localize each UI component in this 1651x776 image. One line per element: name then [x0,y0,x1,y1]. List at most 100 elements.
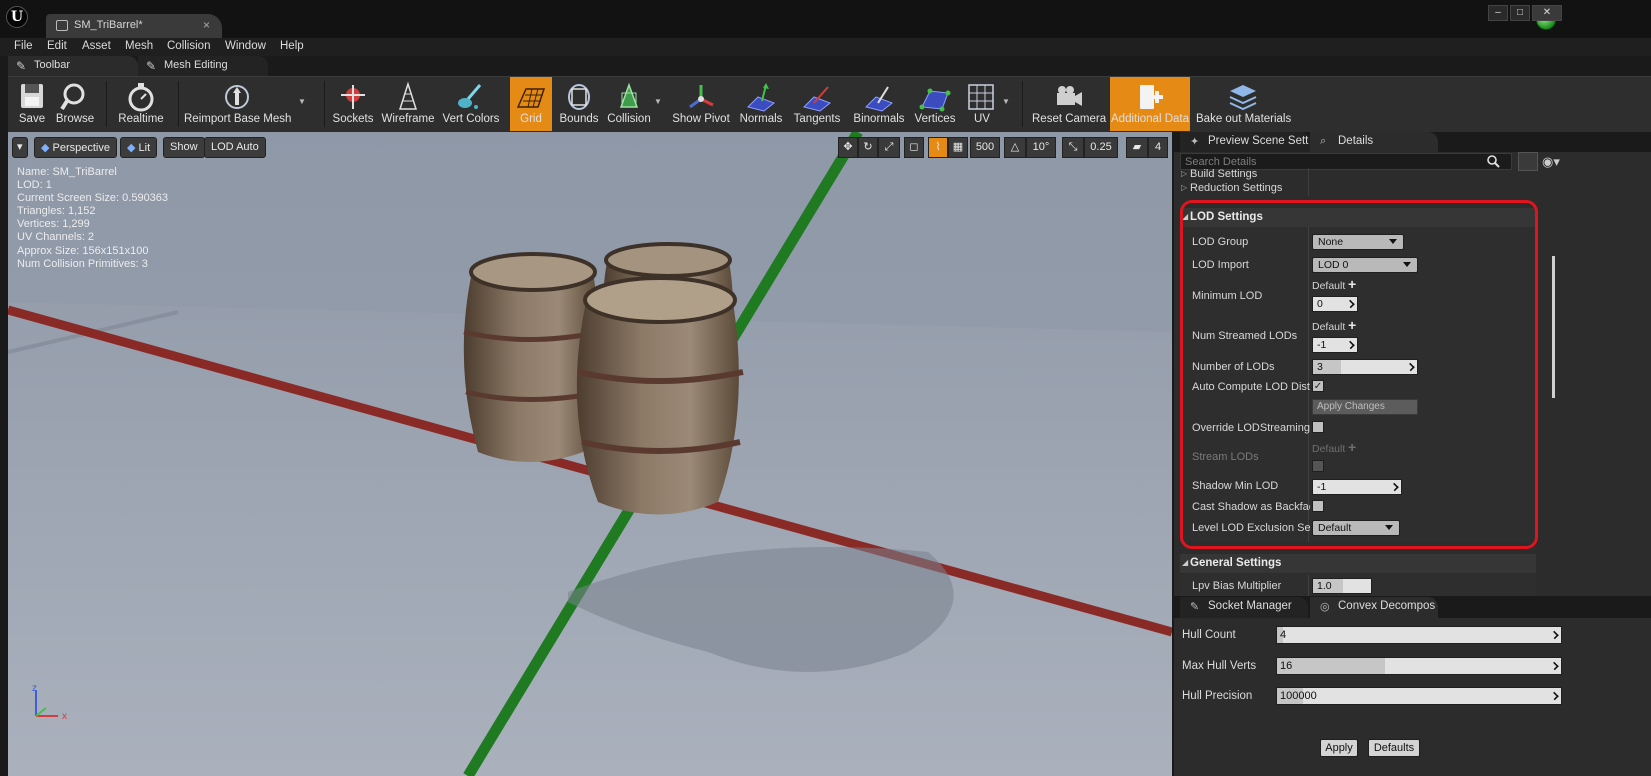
mesh-viewport[interactable]: ▾ ◆ Perspective ◆ Lit Show LOD Auto ✥ ↻ … [8,132,1172,776]
hull-precision-slider[interactable]: 100000 [1276,687,1562,705]
spinner-icon [1346,340,1355,350]
menu-window[interactable]: Window [225,40,266,52]
tab-details-label: Details [1338,135,1374,147]
lod-import-dropdown[interactable]: LOD 0 [1312,257,1418,273]
grid-button[interactable]: Grid [510,77,552,131]
apply-button[interactable]: Apply [1320,739,1358,757]
hull-count-slider[interactable]: 4 [1276,626,1562,644]
general-settings-header[interactable]: ◢ General Settings [1180,554,1536,573]
build-settings-row[interactable]: ▷ Build Settings [1180,168,1257,180]
general-settings-label: General Settings [1190,557,1282,569]
scale-snap-value[interactable]: 0.25 [1084,137,1118,158]
tab-mesh-editing[interactable]: ✎ Mesh Editing [138,56,268,76]
tab-toolbar[interactable]: ✎ Toolbar [8,56,138,76]
wireframe-button[interactable]: Wireframe [380,77,436,131]
shadow-min-lod-input[interactable]: -1 [1312,479,1402,495]
property-matrix-icon[interactable] [1518,152,1538,171]
grid-snap-icon[interactable]: ▦ [948,137,968,158]
defaults-button[interactable]: Defaults [1368,739,1420,757]
lpv-bias-multiplier-value: 1.0 [1317,580,1332,592]
add-platform-override-icon[interactable]: + [1348,317,1356,333]
num-streamed-lods-input[interactable]: -1 [1312,337,1358,353]
number-of-lods-slider[interactable]: 3 [1312,359,1418,375]
document-tab[interactable]: SM_TriBarrel* × [46,14,222,38]
vert-colors-button[interactable]: Vert Colors [440,77,502,131]
menu-help[interactable]: Help [280,40,304,52]
override-lod-streaming-checkbox[interactable] [1312,421,1324,433]
lit-button[interactable]: ◆ Lit [120,137,158,158]
collision-button[interactable]: Collision [606,77,652,131]
tab-socket-manager-label: Socket Manager [1208,600,1292,612]
collision-dropdown-icon[interactable]: ▼ [654,97,662,106]
grid-snap-toggle-icon[interactable]: ⌇ [928,137,948,158]
close-window-button[interactable]: ✕ [1532,5,1562,21]
tab-preview-scene-settings[interactable]: ✦ Preview Scene Sett [1180,132,1310,152]
viewport-options-button[interactable]: ▾ [12,137,28,158]
spinner-icon [1390,482,1399,492]
realtime-button[interactable]: Realtime [114,77,168,131]
browse-button[interactable]: Browse [54,77,96,131]
tab-details[interactable]: ⌕ Details [1310,132,1438,152]
lod-settings-header[interactable]: ◢ LOD Settings [1180,208,1536,227]
tangents-button[interactable]: Tangents [790,77,844,131]
details-scrollbar[interactable] [1552,256,1555,398]
eye-visibility-icon[interactable]: ◉▾ [1542,154,1560,170]
show-pivot-button[interactable]: Show Pivot [670,77,732,131]
apply-changes-button[interactable]: Apply Changes [1312,399,1418,415]
sockets-button[interactable]: Sockets [330,77,376,131]
menu-mesh[interactable]: Mesh [125,40,153,52]
binormals-button[interactable]: Binormals [850,77,908,131]
search-icon[interactable] [1487,155,1500,168]
uv-button[interactable]: UV [962,77,1002,131]
convex-hull-icon: ◎ [1320,601,1330,613]
coordinate-space-icon[interactable]: ◻ [904,137,924,158]
max-hull-verts-slider[interactable]: 16 [1276,657,1562,675]
bounds-button[interactable]: Bounds [556,77,602,131]
camera-speed-icon[interactable]: ▰ [1126,137,1148,158]
reset-camera-button[interactable]: Reset Camera [1032,77,1106,131]
unreal-logo-icon[interactable]: U [6,6,28,28]
scale-icon[interactable]: ⤢ [878,137,900,158]
auto-compute-lod-distances-checkbox[interactable]: ✓ [1312,380,1324,392]
add-platform-override-icon[interactable]: + [1348,276,1356,292]
number-of-lods-value: 3 [1317,361,1323,373]
maximize-button[interactable]: □ [1510,5,1530,21]
rotation-snap-value[interactable]: 10° [1026,137,1056,158]
camera-speed-value[interactable]: 4 [1148,137,1168,158]
reduction-settings-row[interactable]: ▷ Reduction Settings [1180,182,1282,194]
close-tab-icon[interactable]: × [203,18,210,32]
vertices-button[interactable]: Vertices [912,77,958,131]
scale-snap-icon[interactable]: ⤡ [1062,137,1084,158]
additional-data-button[interactable]: Additional Data [1110,77,1190,131]
grid-size-value[interactable]: 500 [970,137,1000,158]
translate-icon[interactable]: ✥ [838,137,858,158]
menu-file[interactable]: File [14,40,33,52]
rotate-icon[interactable]: ↻ [858,137,878,158]
minimum-lod-input[interactable]: 0 [1312,296,1358,312]
uv-dropdown-icon[interactable]: ▼ [1002,97,1010,106]
normals-button[interactable]: Normals [738,77,784,131]
bake-out-materials-button[interactable]: Bake out Materials [1196,77,1291,131]
menu-edit[interactable]: Edit [47,40,67,52]
lpv-bias-multiplier-slider[interactable]: 1.0 [1312,578,1372,594]
tab-mesh-editing-label: Mesh Editing [164,59,228,71]
menu-collision[interactable]: Collision [167,40,210,52]
cast-shadow-backfaced-checkbox[interactable] [1312,500,1324,512]
show-button[interactable]: Show [163,137,205,158]
rotation-snap-icon[interactable]: △ [1004,137,1026,158]
tab-socket-manager[interactable]: ✎ Socket Manager [1180,597,1308,618]
viewport-scene [8,132,1172,776]
lod-group-dropdown[interactable]: None [1312,234,1404,250]
perspective-button[interactable]: ◆ Perspective [34,137,117,158]
menu-asset[interactable]: Asset [82,40,111,52]
level-lod-exclusion-dropdown[interactable]: Default [1312,520,1400,536]
save-button[interactable]: Save [10,77,54,131]
minimize-button[interactable]: – [1488,5,1508,21]
reimport-base-mesh-button[interactable]: Reimport Base Mesh [184,77,291,131]
binormals-icon [865,86,893,112]
reimport-dropdown-icon[interactable]: ▼ [298,97,306,106]
lod-button[interactable]: LOD Auto [204,137,266,158]
tab-convex-decomposition[interactable]: ◎ Convex Decompos [1310,597,1438,618]
collapse-triangle-icon: ◢ [1182,558,1189,567]
wrench-icon: ✎ [146,59,157,73]
